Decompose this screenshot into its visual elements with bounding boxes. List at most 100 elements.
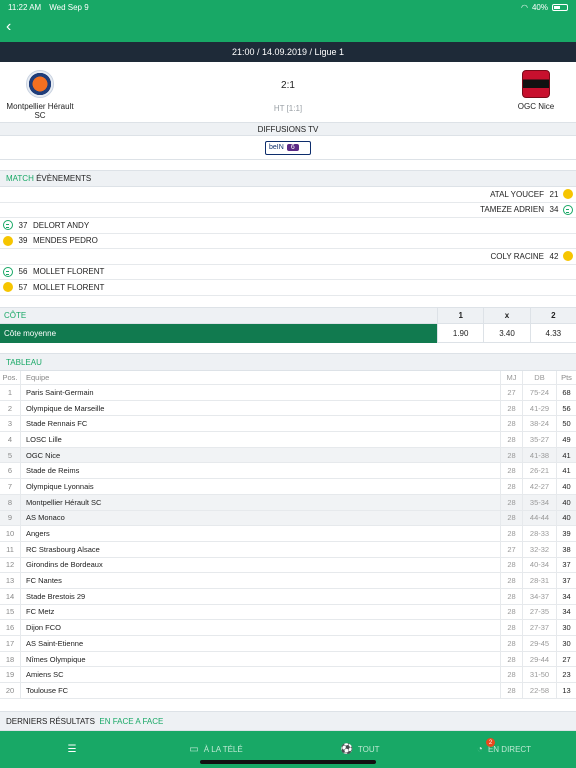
- odds-header-1: 1: [437, 308, 483, 323]
- tab-head-to-head[interactable]: EN FACE A FACE: [99, 717, 163, 726]
- standings-pts: 27: [556, 651, 576, 667]
- bein-sports-logo[interactable]: beIN 6: [265, 140, 311, 155]
- odds-draw[interactable]: 3.40: [483, 324, 530, 343]
- table-row[interactable]: 9 AS Monaco 28 44-44 40: [0, 510, 576, 527]
- goal-icon: [3, 266, 13, 277]
- table-row[interactable]: 15 FC Metz 28 27-35 34: [0, 604, 576, 621]
- standings-db: 22-58: [522, 683, 556, 698]
- odds-away[interactable]: 4.33: [529, 324, 576, 343]
- col-db: DB: [522, 371, 556, 384]
- standings-pts: 40: [556, 494, 576, 510]
- table-row[interactable]: 8 Montpellier Hérault SC 28 35-34 40: [0, 494, 576, 511]
- standings-pts: 13: [556, 683, 576, 698]
- table-row[interactable]: 18 Nîmes Olympique 28 29-44 27: [0, 651, 576, 668]
- tab-match[interactable]: MATCH: [6, 174, 34, 183]
- tab-list[interactable]: ☰: [0, 744, 144, 755]
- yellow-card-icon: [3, 282, 13, 293]
- event-player: MOLLET FLORENT: [33, 282, 105, 292]
- standings-db: 41-38: [522, 447, 556, 463]
- table-row[interactable]: 17 AS Saint-Etienne 28 29-45 30: [0, 636, 576, 652]
- table-row[interactable]: 12 Girondins de Bordeaux 28 40-34 37: [0, 557, 576, 574]
- back-chevron-icon[interactable]: ‹: [6, 18, 11, 36]
- standings-pos: 13: [5, 576, 15, 586]
- odds-title: CÔTE: [4, 311, 27, 320]
- event-minute: 37: [18, 220, 28, 230]
- tv-channel-name: beIN: [269, 144, 284, 151]
- tab-all[interactable]: ⚽ TOUT: [288, 744, 432, 755]
- table-row[interactable]: 19 Amiens SC 28 31-50 23: [0, 667, 576, 684]
- odds-home[interactable]: 1.90: [437, 324, 484, 343]
- event-row: 57 MOLLET FLORENT: [0, 280, 576, 296]
- standings-team: FC Metz: [20, 604, 500, 620]
- standings-db: 27-35: [522, 604, 556, 620]
- match-score: 2:1: [281, 80, 295, 91]
- standings-team: Montpellier Hérault SC: [20, 494, 500, 510]
- away-team[interactable]: OGC Nice: [496, 70, 576, 111]
- table-row[interactable]: 20 Toulouse FC 28 22-58 13: [0, 683, 576, 699]
- table-row[interactable]: 14 Stade Brestois 29 28 34-37 34: [0, 588, 576, 605]
- live-count-badge: 2: [486, 738, 495, 747]
- table-row[interactable]: 11 RC Strasbourg Alsace 27 32-32 38: [0, 541, 576, 558]
- table-row[interactable]: 13 FC Nantes 28 28-31 37: [0, 573, 576, 589]
- table-row[interactable]: 7 Olympique Lyonnais 28 42-27 40: [0, 479, 576, 495]
- goal-icon: [3, 220, 13, 231]
- standings-mj: 28: [500, 463, 522, 479]
- event-minute: 39: [18, 236, 28, 246]
- standings-mj: 27: [500, 385, 522, 400]
- standings-pos: 6: [7, 466, 13, 476]
- table-row[interactable]: 2 Olympique de Marseille 28 41-29 56: [0, 400, 576, 417]
- standings-mj: 28: [500, 573, 522, 588]
- standings-team: Amiens SC: [20, 667, 500, 683]
- col-pos: Pos.: [2, 373, 18, 382]
- tab-last-results[interactable]: DERNIERS RÉSULTATS: [6, 717, 95, 726]
- table-row[interactable]: 6 Stade de Reims 28 26-21 41: [0, 463, 576, 480]
- standings-team: AS Saint-Etienne: [20, 636, 500, 651]
- events-section-header: MATCH ÉVÈNEMENTS: [0, 170, 576, 187]
- standings-pts: 41: [556, 447, 576, 463]
- event-player: DELORT ANDY: [33, 220, 90, 230]
- standings-team: Stade Rennais FC: [20, 416, 500, 432]
- battery-icon: [552, 3, 568, 11]
- standings-team: FC Nantes: [20, 573, 500, 588]
- standings-team: Olympique Lyonnais: [20, 479, 500, 494]
- standings-mj: 28: [500, 651, 522, 667]
- event-row: TAMEZE ADRIEN 34: [0, 203, 576, 218]
- tab-events[interactable]: ÉVÈNEMENTS: [36, 174, 91, 183]
- standings-team: Olympique de Marseille: [20, 400, 500, 416]
- status-bar: 11:22 AM Wed Sep 9 ◠ 40%: [0, 0, 576, 14]
- events-list: ATAL YOUCEF 21 TAMEZE ADRIEN 34 37 DELOR…: [0, 187, 576, 296]
- standings-db: 29-44: [522, 651, 556, 667]
- table-row[interactable]: 5 OGC Nice 28 41-38 41: [0, 447, 576, 464]
- standings-pos: 2: [7, 403, 13, 413]
- standings-pos: 10: [5, 529, 15, 539]
- standings-mj: 28: [500, 683, 522, 698]
- standings-pos: 14: [5, 591, 15, 601]
- tab-live[interactable]: ◔ 2 EN DIRECT: [432, 738, 576, 755]
- results-section-header: DERNIERS RÉSULTATS EN FACE A FACE: [0, 711, 576, 731]
- standings-db: 31-50: [522, 667, 556, 683]
- standings-mj: 28: [500, 494, 522, 510]
- table-row[interactable]: 4 LOSC Lille 28 35-27 49: [0, 432, 576, 448]
- standings-pts: 56: [556, 400, 576, 416]
- tv-section-header: DIFFUSIONS TV: [0, 122, 576, 136]
- standings-header: TABLEAU: [0, 353, 576, 371]
- standings-title: TABLEAU: [6, 357, 42, 367]
- standings-pos: 1: [7, 387, 13, 397]
- standings-pts: 68: [556, 385, 576, 400]
- table-row[interactable]: 1 Paris Saint-Germain 27 75-24 68: [0, 385, 576, 401]
- standings-team: Stade Brestois 29: [20, 588, 500, 604]
- tv-icon: ▭: [189, 744, 199, 755]
- standings-pts: 49: [556, 432, 576, 447]
- event-player: MOLLET FLORENT: [33, 267, 105, 277]
- table-row[interactable]: 10 Angers 28 28-33 39: [0, 526, 576, 542]
- standings-team: RC Strasbourg Alsace: [20, 541, 500, 557]
- yellow-card-icon: [3, 235, 13, 246]
- table-row[interactable]: 3 Stade Rennais FC 28 38-24 50: [0, 416, 576, 433]
- standings-mj: 28: [500, 526, 522, 541]
- table-row[interactable]: 16 Dijon FCO 28 27-37 30: [0, 620, 576, 636]
- nav-bar: ‹: [0, 14, 576, 42]
- tab-tv[interactable]: ▭ À LA TÉLÉ: [144, 744, 288, 755]
- tab-tv-label: À LA TÉLÉ: [203, 745, 243, 754]
- standings-team: Dijon FCO: [20, 620, 500, 635]
- event-player: MENDES PEDRO: [33, 236, 98, 246]
